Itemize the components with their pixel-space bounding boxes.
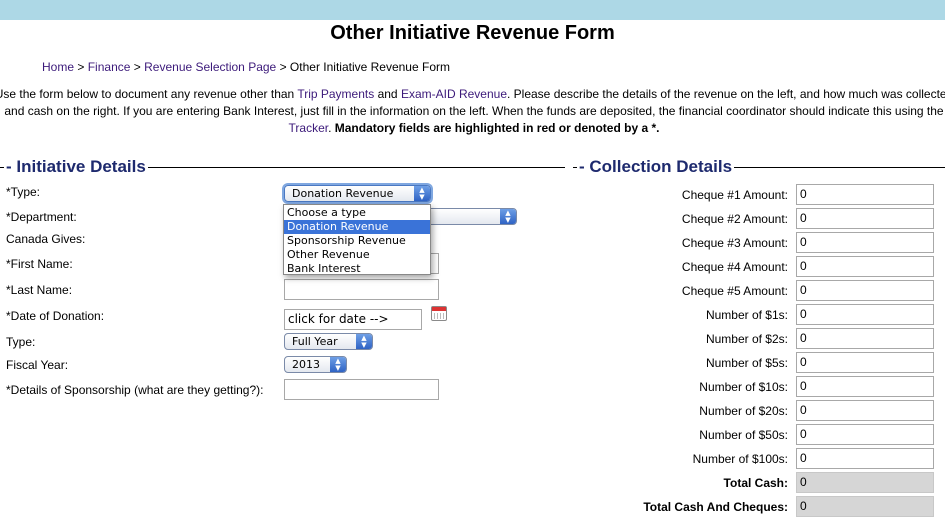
sponsorship-details-input[interactable] xyxy=(284,379,439,400)
updown-arrows-icon: ▲ ▼ xyxy=(356,334,372,349)
exam-aid-revenue-link[interactable]: Exam-AID Revenue xyxy=(401,87,507,101)
type-option[interactable]: Choose a type xyxy=(284,206,430,220)
ones-input[interactable]: 0 xyxy=(796,304,934,325)
cheque-2-label: Cheque #2 Amount: xyxy=(681,212,788,226)
ones-label: Number of $1s: xyxy=(705,308,788,322)
hundreds-label: Number of $100s: xyxy=(692,452,788,466)
top-banner xyxy=(0,0,945,20)
fives-input[interactable]: 0 xyxy=(796,352,934,373)
intro-text-segment: . Please describe the details of the rev… xyxy=(507,87,945,101)
cheque-2-input[interactable]: 0 xyxy=(796,208,934,229)
last-name-label: *Last Name: xyxy=(6,283,73,297)
last-name-input[interactable] xyxy=(284,279,439,300)
breadcrumb-home-link[interactable]: Home xyxy=(42,60,74,74)
cheque-4-label: Cheque #4 Amount: xyxy=(681,260,788,274)
twenties-input[interactable]: 0 xyxy=(796,400,934,421)
breadcrumb-separator: > xyxy=(279,60,287,74)
breadcrumb-separator: > xyxy=(77,60,85,74)
type-option[interactable]: Bank Interest xyxy=(284,262,430,276)
tens-label: Number of $10s: xyxy=(699,380,788,394)
intro-text-segment: Use the form below to document any reven… xyxy=(0,87,298,101)
fifties-input[interactable]: 0 xyxy=(796,424,934,445)
total-cash-and-cheques-field: 0 xyxy=(796,496,934,517)
trip-payments-link[interactable]: Trip Payments xyxy=(297,87,374,101)
collection-details-legend: - Collection Details xyxy=(577,157,735,177)
total-cash-and-cheques-label: Total Cash And Cheques: xyxy=(643,500,788,514)
intro-text: Use the form below to document any reven… xyxy=(0,86,945,137)
cheque-5-label: Cheque #5 Amount: xyxy=(681,284,788,298)
first-name-label: *First Name: xyxy=(6,257,73,271)
type-option[interactable]: Other Revenue xyxy=(284,248,430,262)
cheque-1-label: Cheque #1 Amount: xyxy=(681,188,788,202)
tens-input[interactable]: 0 xyxy=(796,376,934,397)
type-select-value: Donation Revenue xyxy=(292,187,394,200)
sponsorship-details-label: *Details of Sponsorship (what are they g… xyxy=(6,383,264,397)
type-select[interactable]: Donation Revenue ▲ ▼ xyxy=(284,185,431,202)
updown-arrows-icon: ▲ ▼ xyxy=(414,186,430,201)
twenties-label: Number of $20s: xyxy=(699,404,788,418)
page-title: Other Initiative Revenue Form xyxy=(330,22,615,44)
mandatory-note: Mandatory fields are highlighted in red … xyxy=(334,121,660,135)
twos-label: Number of $2s: xyxy=(705,332,788,346)
tracker-link[interactable]: Tracker xyxy=(289,121,329,135)
fifties-label: Number of $50s: xyxy=(699,428,788,442)
cheque-1-input[interactable]: 0 xyxy=(796,184,934,205)
date-of-donation-input[interactable]: click for date --> xyxy=(284,309,422,330)
updown-arrows-icon: ▲ ▼ xyxy=(330,357,346,372)
type2-select-value: Full Year xyxy=(292,335,338,348)
breadcrumb-separator: > xyxy=(133,60,141,74)
type-option[interactable]: Sponsorship Revenue xyxy=(284,234,430,248)
calendar-icon[interactable] xyxy=(431,306,447,321)
canada-gives-label: Canada Gives: xyxy=(6,232,86,246)
initiative-details-legend: - Initiative Details xyxy=(4,157,148,177)
fiscal-year-select[interactable]: 2013 ▲ ▼ xyxy=(284,356,347,373)
fiscal-year-select-value: 2013 xyxy=(292,358,320,371)
type-option-selected[interactable]: Donation Revenue xyxy=(284,220,430,234)
intro-text-segment: and xyxy=(374,87,401,101)
breadcrumb-finance-link[interactable]: Finance xyxy=(88,60,131,74)
type-label: *Type: xyxy=(6,185,41,199)
breadcrumb: Home > Finance > Revenue Selection Page … xyxy=(42,60,450,74)
cheque-5-input[interactable]: 0 xyxy=(796,280,934,301)
collection-details-legend-text: Collection Details xyxy=(589,157,733,176)
hundreds-input[interactable]: 0 xyxy=(796,448,934,469)
fiscal-year-label: Fiscal Year: xyxy=(6,358,69,372)
total-cash-field: 0 xyxy=(796,472,934,493)
initiative-details-legend-text: Initiative Details xyxy=(16,157,146,176)
type2-select[interactable]: Full Year ▲ ▼ xyxy=(284,333,373,350)
twos-input[interactable]: 0 xyxy=(796,328,934,349)
breadcrumb-current: Other Initiative Revenue Form xyxy=(289,60,450,74)
total-cash-label: Total Cash: xyxy=(723,476,788,490)
intro-text-line2: and cash on the right. If you are enteri… xyxy=(4,104,944,118)
cheque-4-input[interactable]: 0 xyxy=(796,256,934,277)
cheque-3-input[interactable]: 0 xyxy=(796,232,934,253)
type-dropdown-list[interactable]: Choose a type Donation Revenue Sponsorsh… xyxy=(283,204,431,275)
type2-label: Type: xyxy=(6,335,36,349)
date-of-donation-label: *Date of Donation: xyxy=(6,309,105,323)
intro-text-segment: . xyxy=(328,121,335,135)
department-label: *Department: xyxy=(6,210,77,224)
breadcrumb-revenue-selection-link[interactable]: Revenue Selection Page xyxy=(144,60,276,74)
updown-arrows-icon: ▲ ▼ xyxy=(500,209,516,224)
fives-label: Number of $5s: xyxy=(705,356,788,370)
cheque-3-label: Cheque #3 Amount: xyxy=(681,236,788,250)
